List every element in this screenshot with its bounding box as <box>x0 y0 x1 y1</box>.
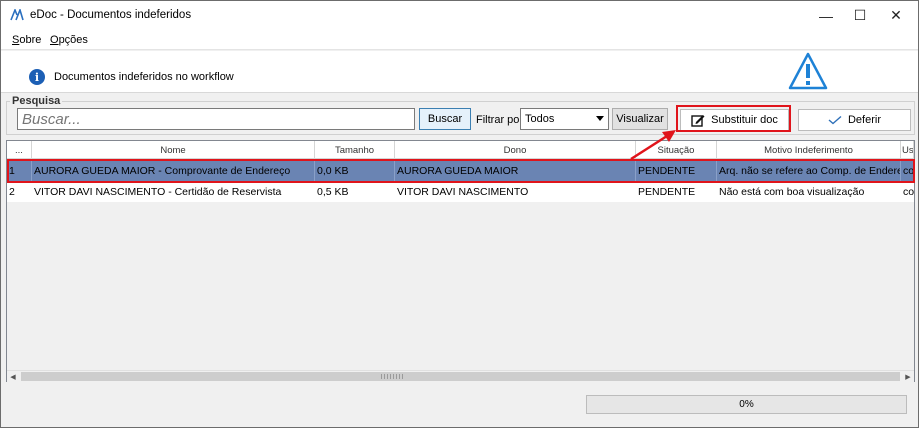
column-header-tamanho[interactable]: Tamanho <box>315 141 395 159</box>
title-bar: eDoc - Documentos indeferidos — ☐ ✕ <box>1 1 918 30</box>
grid-header: ... Nome Tamanho Dono Situação Motivo In… <box>7 141 914 159</box>
menu-sobre[interactable]: Sobre <box>12 34 41 46</box>
filter-select-value: Todos <box>525 113 555 125</box>
chevron-down-icon <box>596 116 604 121</box>
deferir-button[interactable]: Deferir <box>798 109 911 131</box>
table-row[interactable]: 2 VITOR DAVI NASCIMENTO - Certidão de Re… <box>7 181 914 202</box>
window-title: eDoc - Documentos indeferidos <box>30 9 192 21</box>
menu-opcoes-accel: O <box>50 34 59 46</box>
highlight-box-substituir <box>676 105 791 132</box>
row-motivo: Não está com boa visualização <box>719 185 865 198</box>
search-input[interactable] <box>17 108 415 130</box>
row-dono: VITOR DAVI NASCIMENTO <box>397 185 529 198</box>
scroll-thumb[interactable] <box>21 372 900 381</box>
info-banner: i Documentos indeferidos no workflow <box>1 51 918 93</box>
column-header-dono[interactable]: Dono <box>395 141 636 159</box>
horizontal-scrollbar[interactable]: ◀ ▶ <box>7 370 914 382</box>
maximize-icon: ☐ <box>853 7 867 23</box>
search-group-label: Pesquisa <box>10 95 63 107</box>
menu-opcoes-label: pções <box>58 34 88 46</box>
app-window: eDoc - Documentos indeferidos — ☐ ✕ Sobr… <box>0 0 919 428</box>
close-icon: ✕ <box>890 7 902 23</box>
highlight-box-row <box>7 159 915 183</box>
close-button[interactable]: ✕ <box>873 1 918 30</box>
menu-bar: Sobre Opções <box>1 30 918 50</box>
column-header-usuario[interactable]: Us <box>901 141 914 159</box>
buscar-button[interactable]: Buscar <box>419 108 471 130</box>
row-nome: VITOR DAVI NASCIMENTO - Certidão de Rese… <box>34 185 282 198</box>
visualizar-button[interactable]: Visualizar <box>612 108 668 130</box>
banner-text: Documentos indeferidos no workflow <box>54 71 234 83</box>
progress-text: 0% <box>739 399 754 410</box>
info-icon: i <box>29 69 45 85</box>
filter-label: Filtrar por: <box>476 114 527 126</box>
scroll-right-icon[interactable]: ▶ <box>902 371 914 383</box>
column-header-situacao[interactable]: Situação <box>636 141 717 159</box>
column-header-nome[interactable]: Nome <box>32 141 315 159</box>
row-usuario: co <box>903 185 914 198</box>
menu-opcoes[interactable]: Opções <box>50 34 88 46</box>
progress-bar: 0% <box>586 395 907 414</box>
grip-icon <box>381 374 405 379</box>
deferir-label: Deferir <box>847 114 881 126</box>
column-header-motivo[interactable]: Motivo Indeferimento <box>717 141 901 159</box>
menu-sobre-label: obre <box>19 34 42 46</box>
warning-icon <box>788 52 828 90</box>
row-situacao: PENDENTE <box>638 185 696 198</box>
checkmark-icon <box>828 115 842 125</box>
row-tamanho: 0,5 KB <box>317 185 349 198</box>
row-index: 2 <box>9 185 15 198</box>
minimize-icon: — <box>819 7 833 24</box>
column-header-index[interactable]: ... <box>7 141 32 159</box>
edoc-logo-icon <box>10 9 24 21</box>
filter-select[interactable]: Todos <box>520 108 609 130</box>
scroll-left-icon[interactable]: ◀ <box>7 371 19 383</box>
